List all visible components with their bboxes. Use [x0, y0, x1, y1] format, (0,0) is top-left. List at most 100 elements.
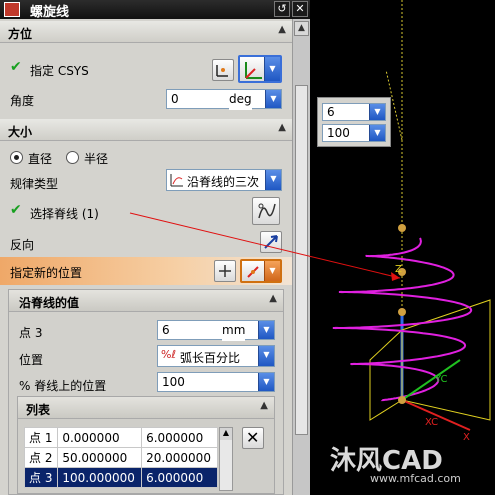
scroll-up-icon[interactable]: ▲ [294, 21, 309, 36]
table-cell-name[interactable]: 点 3 [23, 467, 59, 488]
table-cell-name[interactable]: 点 1 [23, 427, 59, 448]
specify-csys-label: 指定 CSYS [30, 64, 89, 78]
location-label: 位置 [19, 353, 44, 367]
select-spine-label[interactable]: 选择脊线 (1) [30, 205, 99, 222]
check-icon: ✔ [10, 202, 22, 218]
percent-location-input[interactable]: 100 ▼ [157, 372, 275, 392]
list-panel: 列表 ▲ 点 1 0.000000 6.000000 点 2 50.000000 20.0… [17, 396, 275, 494]
subsection-header-list[interactable]: 列表 ▲ [18, 397, 274, 419]
point-value-input[interactable]: 6 mm ▼ [157, 320, 275, 341]
section-title: 方位 [8, 27, 33, 41]
float-value-input-2[interactable]: 100 ▼ [322, 124, 386, 142]
graphics-viewport[interactable]: Z YC XC X [310, 0, 495, 495]
location-select[interactable]: %ℓ 弧长百分比 ▼ [157, 345, 275, 367]
collapse-icon[interactable]: ▲ [260, 400, 268, 411]
point-icon [219, 265, 231, 277]
chevron-down-icon[interactable]: ▼ [258, 321, 274, 339]
table-cell-pos[interactable]: 0.000000 [57, 427, 143, 448]
helix-app-icon [4, 2, 20, 17]
table-cell-pos[interactable]: 100.000000 [57, 467, 143, 488]
section-title: 大小 [8, 125, 33, 139]
law-type-label: 规律类型 [10, 177, 59, 191]
point-type-dropdown[interactable]: ▼ [240, 259, 282, 283]
radio-radius[interactable] [66, 151, 79, 164]
dialog-title: 螺旋线 [30, 5, 70, 20]
check-icon: ✔ [10, 59, 22, 75]
table-row[interactable]: 点 2 50.000000 20.000000 [23, 447, 218, 468]
spine-point [398, 308, 406, 316]
chevron-down-icon[interactable]: ▼ [258, 346, 274, 366]
chevron-down-icon[interactable]: ▼ [265, 90, 281, 108]
law-type-select[interactable]: 沿脊线的三次 ▼ [166, 169, 282, 191]
axis-label-z: Z [395, 264, 402, 275]
location-value: 弧长百分比 [180, 351, 241, 365]
specify-new-position-label: 指定新的位置 [10, 266, 83, 280]
subsection-header-values[interactable]: 沿脊线的值 ▲ [9, 290, 283, 312]
point-value[interactable]: 6 [162, 323, 170, 337]
csys-type-dropdown[interactable]: ▼ [238, 55, 282, 83]
chevron-down-icon[interactable]: ▼ [264, 57, 280, 81]
angle-label: 角度 [10, 94, 35, 108]
chevron-down-icon[interactable]: ▼ [258, 373, 274, 391]
radio-diameter-label: 直径 [28, 152, 53, 166]
reverse-direction-icon [264, 235, 278, 249]
close-icon[interactable]: ✕ [292, 1, 308, 17]
select-curve-button[interactable] [252, 197, 280, 225]
scroll-up-icon[interactable]: ▲ [220, 428, 232, 440]
chevron-down-icon[interactable]: ▼ [369, 125, 385, 141]
scrollbar-thumb[interactable] [295, 85, 308, 435]
csys-axes-icon [245, 62, 262, 79]
helix-3d-view[interactable]: Z YC XC X [310, 0, 495, 495]
delete-x-icon: ✕ [246, 428, 260, 447]
reverse-label: 反向 [10, 238, 35, 252]
values-along-spine-panel: 沿脊线的值 ▲ 点 3 6 mm ▼ 位置 %ℓ 弧长百分比 ▼ % 脊线上的位… [8, 289, 284, 495]
table-cell-val[interactable]: 6.000000 [141, 467, 218, 488]
collapse-icon[interactable]: ▲ [278, 24, 286, 35]
point-dialog-button[interactable] [214, 260, 236, 282]
dialog-scrollbar[interactable]: ▲ [292, 19, 310, 495]
law-type-value: 沿脊线的三次 [187, 175, 260, 189]
float-value-1[interactable]: 6 [327, 105, 335, 119]
angle-value[interactable]: 0 [171, 92, 179, 106]
csys-dialog-button[interactable] [212, 59, 234, 81]
spine-point [398, 224, 406, 232]
percent-arc-icon: %ℓ [161, 348, 176, 361]
table-cell-pos[interactable]: 50.000000 [57, 447, 143, 468]
float-value-2[interactable]: 100 [327, 126, 350, 140]
y-axis [401, 359, 461, 401]
reset-icon[interactable]: ↺ [274, 1, 290, 17]
table-cell-val[interactable]: 6.000000 [141, 427, 218, 448]
chevron-down-icon[interactable]: ▼ [265, 170, 281, 190]
radio-diameter[interactable] [10, 151, 23, 164]
table-row[interactable]: 点 1 0.000000 6.000000 [23, 427, 218, 448]
radio-radius-label: 半径 [84, 152, 109, 166]
table-row[interactable]: 点 3 100.000000 6.000000 [23, 467, 218, 488]
point-label: 点 3 [19, 326, 43, 340]
watermark: 沐风CAD www.mfcad.com [330, 438, 490, 488]
table-cell-name[interactable]: 点 2 [23, 447, 59, 468]
spine-curve-icon [258, 203, 276, 219]
angle-unit: deg [229, 92, 252, 110]
collapse-icon[interactable]: ▲ [269, 293, 277, 304]
collapse-icon[interactable]: ▲ [278, 122, 286, 133]
delete-point-button[interactable]: ✕ [242, 427, 264, 449]
table-cell-val[interactable]: 20.000000 [141, 447, 218, 468]
spine-point [398, 396, 406, 404]
subsection-title: 沿脊线的值 [19, 296, 80, 310]
csys-box [369, 299, 491, 421]
chevron-down-icon[interactable]: ▼ [369, 104, 385, 120]
float-value-input-1[interactable]: 6 ▼ [322, 103, 386, 121]
chevron-down-icon[interactable]: ▼ [264, 261, 280, 281]
points-table[interactable]: 点 1 0.000000 6.000000 点 2 50.000000 20.000000… [23, 427, 218, 488]
percent-location-value[interactable]: 100 [162, 375, 185, 389]
angle-input[interactable]: 0 deg ▼ [166, 89, 282, 110]
dialog-title-bar: 螺旋线 ↺ ✕ [0, 0, 310, 20]
section-header-size[interactable]: 大小 ▲ [0, 119, 292, 141]
point-unit: mm [222, 323, 246, 341]
helix-dialog: 方位 ▲ ✔ 指定 CSYS ▼ 角度 0 deg ▼ 大小 ▲ 直径 半径 规… [0, 19, 292, 495]
section-header-orientation[interactable]: 方位 ▲ [0, 21, 292, 43]
table-scrollbar[interactable]: ▲ [219, 427, 233, 491]
floating-value-dialog: 6 ▼ 100 ▼ [317, 97, 391, 147]
subsection-title: 列表 [26, 403, 51, 417]
reverse-direction-button[interactable] [260, 231, 282, 253]
